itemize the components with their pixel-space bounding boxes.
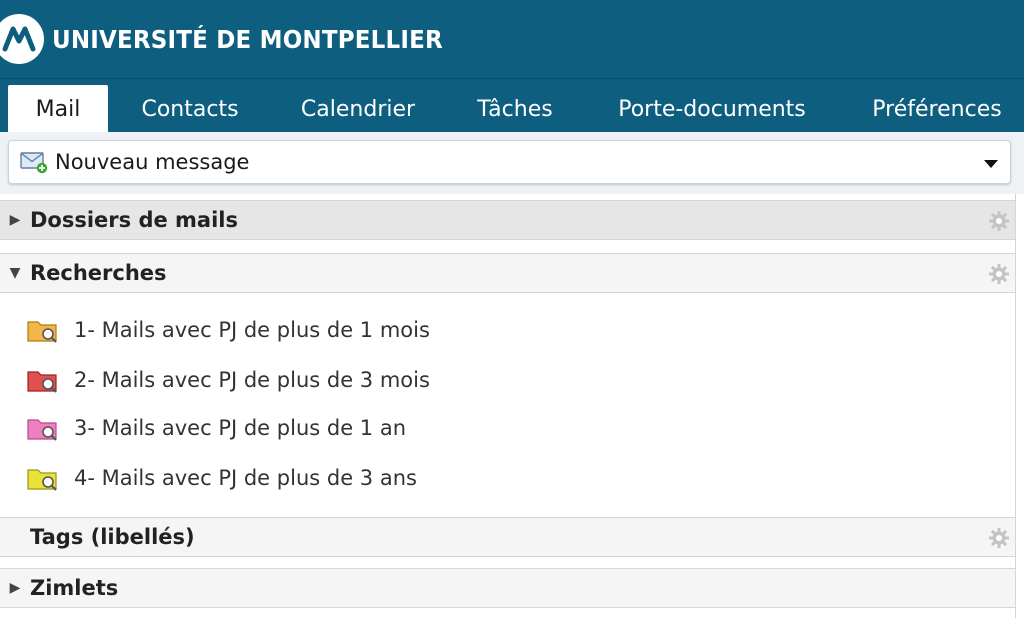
section-title: Recherches [30,261,167,285]
envelope-plus-icon [19,149,49,175]
section-tags[interactable]: Tags (libellés) [0,517,1016,557]
new-message-button[interactable]: Nouveau message [8,140,1011,184]
panel-border [1015,194,1016,618]
search-folder-icon [27,371,57,393]
gear-icon[interactable] [988,210,1010,232]
saved-search-label: 2- Mails avec PJ de plus de 3 mois [74,368,430,392]
new-message-label: Nouveau message [55,150,250,174]
saved-search-item[interactable]: 1- Mails avec PJ de plus de 1 mois [26,314,430,346]
search-folder-icon [27,469,57,491]
chevron-down-icon[interactable] [984,160,998,168]
expand-triangle-icon[interactable]: ▶ [0,580,30,596]
tab-calendrier[interactable]: Calendrier [282,85,434,133]
app-tabs: Mail Contacts Calendrier Tâches Porte-do… [0,78,1024,133]
tab-taches[interactable]: Tâches [460,85,570,133]
section-title: Zimlets [30,576,119,600]
gear-icon[interactable] [988,527,1010,549]
search-folder-icon [27,321,57,343]
section-mail-folders[interactable]: ▶ Dossiers de mails [0,200,1016,240]
tab-mail[interactable]: Mail [8,85,108,133]
saved-search-item[interactable]: 3- Mails avec PJ de plus de 1 an [26,412,406,444]
brand-name: UNIVERSITÉ DE MONTPELLIER [52,24,443,54]
app-header: UNIVERSITÉ DE MONTPELLIER [0,0,1024,78]
section-searches[interactable]: ▼ Recherches [0,253,1016,293]
university-logo-icon[interactable] [0,14,44,64]
toolbar: Nouveau message [0,132,1024,194]
search-folder-icon [27,419,57,441]
tab-contacts[interactable]: Contacts [120,85,260,133]
saved-search-label: 1- Mails avec PJ de plus de 1 mois [74,318,430,342]
expand-triangle-icon[interactable]: ▶ [0,212,30,228]
saved-search-item[interactable]: 2- Mails avec PJ de plus de 3 mois [26,364,430,396]
section-title: Dossiers de mails [30,208,239,232]
tab-porte-documents[interactable]: Porte-documents [596,85,828,133]
saved-search-label: 4- Mails avec PJ de plus de 3 ans [74,466,417,490]
gear-icon[interactable] [988,263,1010,285]
saved-search-item[interactable]: 4- Mails avec PJ de plus de 3 ans [26,462,417,494]
section-title: Tags (libellés) [30,525,195,549]
section-zimlets[interactable]: ▶ Zimlets [0,568,1016,608]
collapse-triangle-icon[interactable]: ▼ [0,265,30,281]
tab-preferences[interactable]: Préférences [856,85,1018,133]
saved-search-label: 3- Mails avec PJ de plus de 1 an [74,416,407,440]
